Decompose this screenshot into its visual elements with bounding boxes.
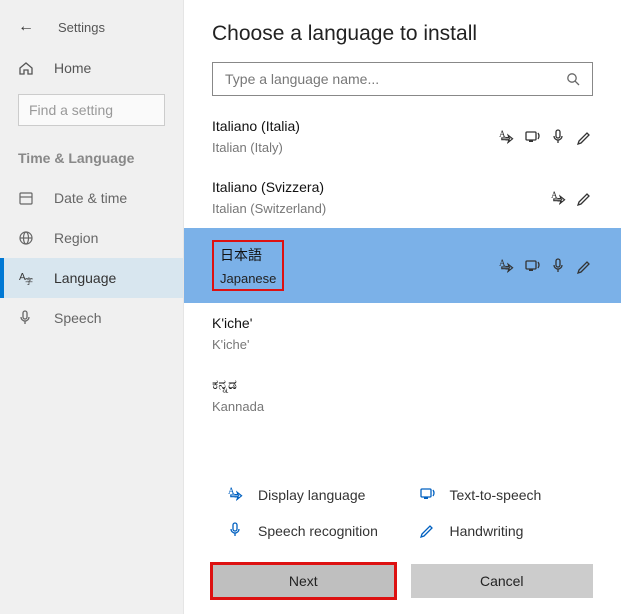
cancel-button[interactable]: Cancel (411, 564, 594, 598)
home-label: Home (54, 60, 91, 76)
legend-label: Text-to-speech (450, 487, 542, 503)
sidebar-item-label: Date & time (54, 190, 127, 206)
page-title: Choose a language to install (212, 22, 593, 46)
language-native: K'iche' (212, 315, 252, 331)
display-icon (499, 129, 515, 145)
sidebar-item-label: Region (54, 230, 98, 246)
legend-label: Handwriting (450, 523, 524, 539)
mic-icon (18, 310, 36, 326)
language-english: Japanese (220, 271, 276, 286)
find-setting-input[interactable]: Find a setting (18, 94, 165, 126)
mic-icon (228, 522, 246, 540)
feature-legend: Display language Text-to-speech Speech r… (184, 470, 621, 548)
search-icon (566, 72, 580, 86)
language-search-box[interactable] (212, 62, 593, 96)
home-icon (18, 60, 36, 76)
legend-display: Display language (228, 486, 400, 504)
legend-tts: Text-to-speech (420, 486, 592, 504)
language-english: K'iche' (212, 337, 252, 352)
calendar-icon (18, 190, 36, 206)
globe-icon (18, 230, 36, 246)
legend-label: Speech recognition (258, 523, 378, 539)
main-panel: Choose a language to install Italiano (I… (184, 0, 621, 614)
display-icon (499, 258, 515, 274)
feature-icons (499, 258, 593, 274)
handwriting-icon (577, 258, 593, 274)
legend-label: Display language (258, 487, 365, 503)
language-icon (18, 270, 36, 286)
language-native: Italiano (Svizzera) (212, 179, 326, 195)
mic-icon (551, 258, 567, 274)
language-native: Italiano (Italia) (212, 118, 300, 134)
feature-icons (551, 190, 593, 206)
mic-icon (551, 129, 567, 145)
display-icon (551, 190, 567, 206)
sidebar: ← Settings Home Find a setting Time & La… (0, 0, 184, 614)
tts-icon (525, 258, 541, 274)
sidebar-item-region[interactable]: Region (0, 218, 183, 258)
dialog-buttons: Next Cancel (184, 548, 621, 614)
language-item[interactable]: Italiano (Svizzera) Italian (Switzerland… (184, 167, 621, 228)
legend-speech: Speech recognition (228, 522, 400, 540)
next-button[interactable]: Next (212, 564, 395, 598)
display-icon (228, 486, 246, 504)
handwriting-icon (420, 522, 438, 540)
legend-handwriting: Handwriting (420, 522, 592, 540)
back-icon[interactable]: ← (18, 18, 34, 36)
language-native: ಕನ್ನಡ (212, 376, 264, 393)
handwriting-icon (577, 190, 593, 206)
sidebar-item-language[interactable]: Language (0, 258, 183, 298)
language-english: Kannada (212, 399, 264, 414)
feature-icons (499, 129, 593, 145)
sidebar-item-label: Language (54, 270, 116, 286)
tts-icon (525, 129, 541, 145)
language-item[interactable]: K'iche' K'iche' (184, 303, 621, 364)
language-english: Italian (Switzerland) (212, 201, 326, 216)
handwriting-icon (577, 129, 593, 145)
language-item[interactable]: ಕನ್ನಡ Kannada (184, 364, 621, 426)
language-item-selected[interactable]: 日本語 Japanese (184, 228, 621, 303)
language-english: Italian (Italy) (212, 140, 300, 155)
sidebar-item-label: Speech (54, 310, 101, 326)
sidebar-item-home[interactable]: Home (0, 42, 183, 90)
sidebar-item-date-time[interactable]: Date & time (0, 178, 183, 218)
language-list[interactable]: Italiano (Italia) Italian (Italy) Italia… (184, 106, 621, 470)
tts-icon (420, 486, 438, 504)
sidebar-item-speech[interactable]: Speech (0, 298, 183, 338)
language-item[interactable]: Italiano (Italia) Italian (Italy) (184, 106, 621, 167)
language-search-input[interactable] (225, 71, 566, 87)
language-native: 日本語 (220, 245, 276, 265)
sidebar-title: Settings (58, 20, 105, 35)
section-title: Time & Language (0, 144, 183, 178)
